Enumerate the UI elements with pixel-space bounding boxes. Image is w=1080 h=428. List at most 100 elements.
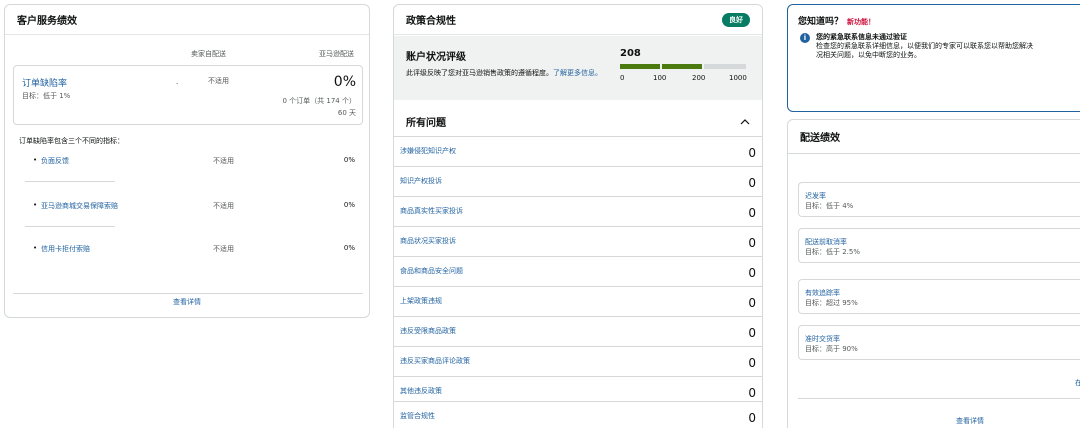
issue-link[interactable]: 其他违反政策 — [400, 386, 442, 396]
list-item: 违反买家商品评论政策 0 — [394, 346, 762, 376]
tick-label: 0 — [620, 74, 625, 82]
status-badge: 良好 — [722, 12, 750, 27]
metric-link[interactable]: 准时交货率 — [805, 334, 840, 344]
metric-self-value: 不适用 — [213, 157, 234, 165]
list-item: 有效追踪率 目标：超过 95% — [798, 279, 1080, 314]
list-item: 违反受限商品政策 0 — [394, 316, 762, 346]
tick-label: 100 — [653, 74, 667, 82]
metric-link[interactable]: 信用卡拒付索赔 — [41, 244, 90, 254]
metric-link[interactable]: 配送前取消率 — [805, 237, 847, 247]
new-feature-tag: 新功能！ — [847, 18, 876, 26]
list-item: 涉嫌侵犯知识产权 0 — [394, 136, 762, 166]
score-bar-divider — [660, 63, 662, 72]
column-headers: 卖家自配送 亚马逊配送 — [5, 49, 369, 61]
list-item: • 信用卡拒付索赔 不适用 0% — [13, 244, 363, 264]
policy-compliance-card: 政策合规性 良好 账户状况评级 此评级反映了您对亚马逊销售政策的遵循程度。了解更… — [393, 4, 763, 428]
issue-link[interactable]: 食品和商品安全问题 — [400, 266, 463, 276]
metric-goal: 目标：高于 90% — [805, 345, 858, 353]
account-health-description: 此评级反映了您对亚马逊销售政策的遵循程度。了解更多信息。 — [406, 68, 604, 78]
odr-dot: . — [176, 78, 179, 86]
metric-link[interactable]: 有效追踪率 — [805, 288, 840, 298]
issue-count: 0 — [748, 356, 756, 370]
info-icon: i — [800, 33, 810, 43]
truncated-link[interactable]: 在 — [1075, 378, 1080, 388]
delivery-performance-header: 配送绩效 — [788, 120, 1080, 154]
odr-intro: 订单缺陷率包含三个不同的指标： — [19, 137, 124, 145]
odr-goal: 目标：低于 1% — [22, 92, 71, 100]
issue-link[interactable]: 违反受限商品政策 — [400, 326, 456, 336]
issue-link[interactable]: 商品状况买家投诉 — [400, 236, 456, 246]
metric-goal: 目标：低于 4% — [805, 202, 854, 210]
info-line: 检查您的紧急联系详细信息，以便我们的专家可以联系您以帮助您解决 — [816, 42, 1033, 50]
list-item: 商品真实性买家投诉 0 — [394, 196, 762, 226]
col-self-header: 卖家自配送 — [191, 50, 226, 58]
metric-link[interactable]: 亚马逊商城交易保障索赔 — [41, 201, 118, 211]
info-body: 检查您的紧急联系详细信息，以便我们的专家可以联系您以帮助您解决 况相关问题，以免… — [816, 42, 1033, 60]
did-you-know-heading: 您知道吗？ — [798, 17, 844, 27]
customer-service-card: 客户服务绩效 卖家自配送 亚马逊配送 订单缺陷率 目标：低于 1% . 不适用 … — [4, 4, 370, 318]
score-bar — [620, 63, 746, 72]
customer-service-header: 客户服务绩效 — [5, 5, 369, 35]
metric-link[interactable]: 迟发率 — [805, 191, 826, 201]
issue-count: 0 — [748, 266, 756, 280]
divider — [25, 226, 115, 227]
metric-goal: 目标：低于 2.5% — [805, 248, 861, 256]
footer-divider — [13, 293, 363, 294]
tick-label: 200 — [692, 74, 706, 82]
metric-link[interactable]: 负面反馈 — [41, 156, 69, 166]
policy-compliance-header: 政策合规性 良好 — [394, 5, 762, 35]
odr-link[interactable]: 订单缺陷率 — [22, 76, 67, 89]
did-you-know-card: 您知道吗？ 新功能！ i 您的紧急联系信息未通过验证 检查您的紧急联系详细信息，以… — [787, 4, 1080, 112]
odr-days: 60 天 — [337, 109, 356, 117]
policy-compliance-title: 政策合规性 — [406, 16, 456, 27]
list-item: 商品状况买家投诉 0 — [394, 226, 762, 256]
odr-orders: 0 个订单（共 174 个） — [282, 97, 357, 105]
metric-amazon-value: 0% — [343, 244, 355, 252]
account-health-title: 账户状况评级 — [406, 52, 466, 63]
footer-divider — [798, 398, 1080, 399]
chevron-up-icon[interactable] — [740, 114, 750, 128]
issue-count: 0 — [748, 411, 756, 425]
all-issues-header[interactable]: 所有问题 — [394, 106, 762, 136]
customer-service-title: 客户服务绩效 — [17, 16, 77, 27]
divider — [25, 181, 115, 182]
info-title: 您的紧急联系信息未通过验证 — [816, 33, 907, 41]
issue-link[interactable]: 监管合规性 — [400, 411, 435, 421]
view-details-link[interactable]: 查看详情 — [5, 297, 369, 307]
did-you-know-title: 您知道吗？ 新功能！ — [798, 14, 875, 27]
learn-more-link[interactable]: 了解更多信息。 — [553, 69, 602, 77]
issue-link[interactable]: 知识产权投诉 — [400, 176, 442, 186]
account-health-score: 208 — [620, 48, 641, 59]
col-amazon-header: 亚马逊配送 — [319, 50, 354, 58]
metric-amazon-value: 0% — [343, 201, 355, 209]
bullet: • — [33, 244, 38, 252]
issue-link[interactable]: 违反买家商品评论政策 — [400, 356, 470, 366]
tick-label: 1000 — [729, 74, 747, 82]
odr-box: 订单缺陷率 目标：低于 1% . 不适用 0% 0 个订单（共 174 个） 6… — [13, 65, 363, 125]
issue-link[interactable]: 上架政策违规 — [400, 296, 442, 306]
list-item: • 负面反馈 不适用 0% — [13, 156, 363, 176]
info-line: 况相关问题，以免中断您的业务。 — [816, 51, 921, 59]
issue-count: 0 — [748, 146, 756, 160]
view-details-link[interactable]: 查看详情 — [956, 416, 984, 426]
list-item: 食品和商品安全问题 0 — [394, 256, 762, 286]
list-item: • 亚马逊商城交易保障索赔 不适用 0% — [13, 201, 363, 221]
odr-self-value: 不适用 — [208, 77, 229, 85]
issue-count: 0 — [748, 236, 756, 250]
list-item: 准时交货率 目标：高于 90% — [798, 325, 1080, 360]
issue-link[interactable]: 商品真实性买家投诉 — [400, 206, 463, 216]
metric-amazon-value: 0% — [343, 156, 355, 164]
list-item: 配送前取消率 目标：低于 2.5% — [798, 228, 1080, 263]
list-item: 上架政策违规 0 — [394, 286, 762, 316]
metric-goal: 目标：超过 95% — [805, 299, 858, 307]
score-bar-divider — [702, 63, 704, 72]
list-item: 知识产权投诉 0 — [394, 166, 762, 196]
metric-self-value: 不适用 — [213, 245, 234, 253]
metric-self-value: 不适用 — [213, 202, 234, 210]
delivery-performance-title: 配送绩效 — [800, 133, 840, 144]
all-issues-title: 所有问题 — [406, 117, 446, 129]
issue-link[interactable]: 涉嫌侵犯知识产权 — [400, 146, 456, 156]
delivery-performance-card: 配送绩效 迟发率 目标：低于 4% 配送前取消率 目标：低于 2.5% 有效追踪… — [787, 119, 1080, 428]
bullet: • — [33, 201, 38, 209]
bullet: • — [33, 156, 38, 164]
